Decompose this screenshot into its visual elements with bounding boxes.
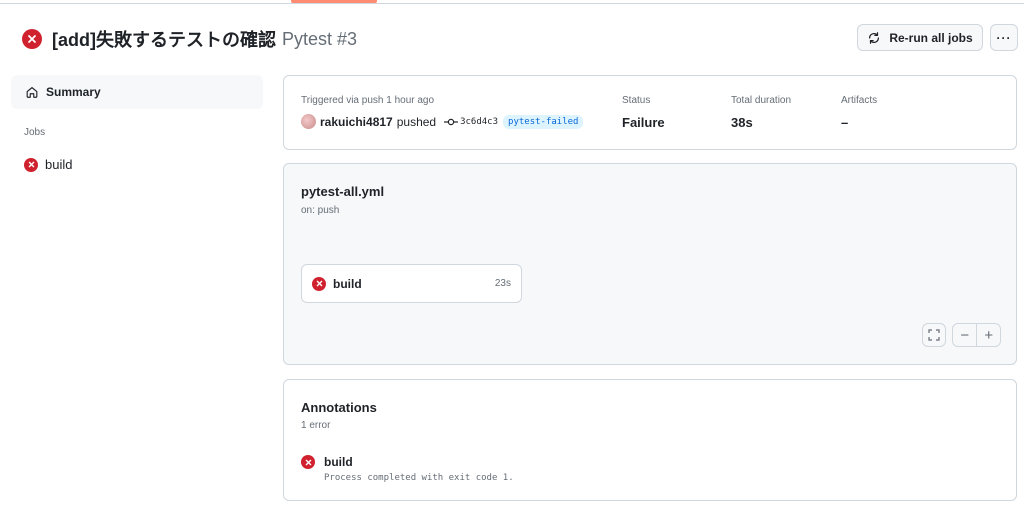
branch-badge[interactable]: pytest-failed bbox=[503, 114, 584, 129]
page-title: [add]失敗するテストの確認 bbox=[52, 30, 276, 50]
sidebar-item-summary[interactable]: Summary bbox=[11, 75, 263, 109]
zoom-out-button[interactable]: − bbox=[953, 324, 976, 346]
x-circle-fill-icon bbox=[301, 455, 315, 469]
top-nav-border bbox=[0, 0, 1024, 4]
x-circle-fill-icon bbox=[24, 157, 38, 172]
kebab-horizontal-icon: ··· bbox=[996, 30, 1012, 45]
duration-value: 38s bbox=[731, 115, 753, 130]
event-action: pushed bbox=[396, 114, 437, 129]
run-summary-card: Triggered via push 1 hour ago rakuichi48… bbox=[283, 75, 1017, 150]
avatar[interactable] bbox=[301, 114, 316, 129]
rerun-all-jobs-button[interactable]: Re-run all jobs bbox=[857, 24, 983, 51]
artifacts-label: Artifacts bbox=[841, 95, 878, 106]
annotation-job-link[interactable]: build bbox=[324, 455, 353, 469]
trigger-label: Triggered via push 1 hour ago bbox=[301, 95, 435, 106]
x-circle-fill-icon bbox=[22, 29, 42, 49]
rerun-label: Re-run all jobs bbox=[889, 30, 973, 45]
annotations-card: Annotations 1 error build Process comple… bbox=[283, 379, 1017, 501]
fullscreen-button[interactable] bbox=[922, 323, 946, 347]
sidebar-item-label: Summary bbox=[46, 85, 101, 99]
annotation-item: build bbox=[301, 455, 353, 469]
annotations-title: Annotations bbox=[301, 400, 377, 415]
duration-label: Total duration bbox=[731, 95, 792, 106]
job-node-build[interactable]: build 23s bbox=[301, 264, 522, 303]
git-commit-icon bbox=[444, 118, 459, 125]
user-link[interactable]: rakuichi4817 bbox=[320, 115, 393, 129]
job-node-duration: 23s bbox=[494, 278, 511, 289]
workflow-run-number: Pytest #3 bbox=[282, 28, 358, 49]
annotations-count: 1 error bbox=[301, 420, 331, 431]
workflow-trigger: on: push bbox=[301, 205, 340, 216]
trigger-details: rakuichi4817 pushed 3c6d4c3 pytest-faile… bbox=[301, 114, 584, 129]
annotation-message: Process completed with exit code 1. bbox=[324, 473, 514, 483]
status-value: Failure bbox=[622, 115, 665, 130]
workflow-graph-card: pytest-all.yml on: push build 23s − + bbox=[283, 163, 1017, 365]
active-tab-indicator bbox=[291, 0, 377, 3]
artifacts-value: – bbox=[841, 115, 849, 130]
x-circle-fill-icon bbox=[312, 276, 326, 291]
job-node-label: build bbox=[333, 276, 362, 291]
zoom-controls: − + bbox=[952, 323, 1001, 347]
zoom-in-button[interactable]: + bbox=[976, 324, 1000, 346]
more-options-button[interactable]: ··· bbox=[990, 24, 1018, 51]
sync-icon bbox=[869, 31, 880, 44]
sidebar-job-label: build bbox=[45, 157, 73, 172]
sidebar: Summary Jobs build bbox=[11, 75, 263, 172]
jobs-heading: Jobs bbox=[24, 127, 46, 138]
screen-full-icon bbox=[928, 329, 940, 341]
home-icon bbox=[26, 87, 38, 98]
workflow-file-name[interactable]: pytest-all.yml bbox=[301, 184, 384, 199]
commit-sha-link[interactable]: 3c6d4c3 bbox=[460, 117, 498, 127]
status-label: Status bbox=[622, 95, 651, 106]
sidebar-item-build[interactable]: build bbox=[11, 157, 263, 172]
